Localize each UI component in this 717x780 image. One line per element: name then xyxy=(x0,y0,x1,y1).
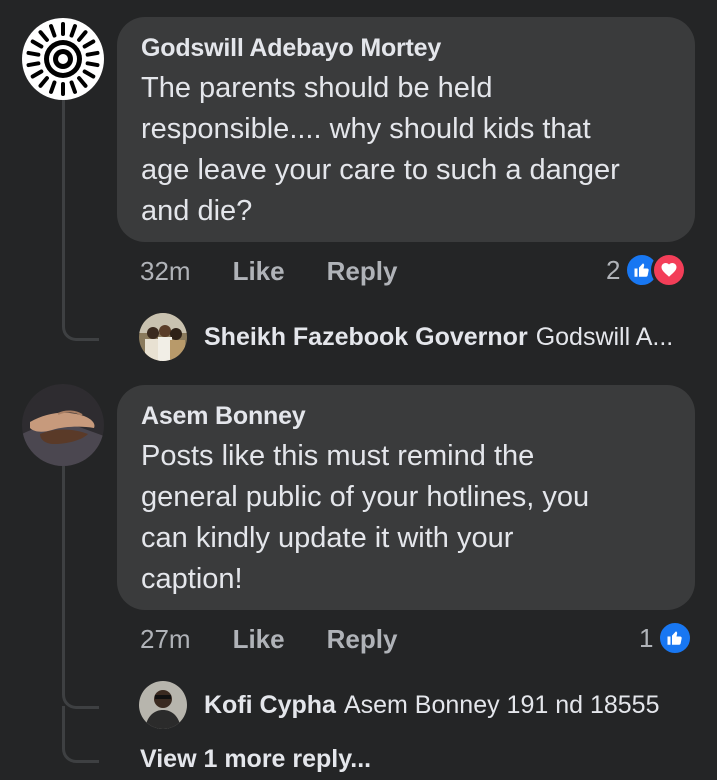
reply-author[interactable]: Sheikh Fazebook Governor xyxy=(204,323,528,352)
thread-line xyxy=(62,100,65,310)
reply-text: Godswill A... xyxy=(535,322,674,351)
like-button[interactable]: Like xyxy=(233,624,285,655)
person-photo-icon xyxy=(139,681,187,729)
comment-bubble[interactable]: Asem Bonney Posts like this must remind … xyxy=(117,385,695,610)
hands-photo-icon xyxy=(22,384,104,466)
reply-avatar[interactable] xyxy=(139,681,187,729)
thread-branch xyxy=(62,668,99,709)
reply-text: Asem Bonney 191 nd 18555 xyxy=(343,690,660,719)
like-icon xyxy=(657,620,694,656)
group-photo-icon xyxy=(139,313,187,361)
reply-avatar[interactable] xyxy=(139,313,187,361)
reaction-summary[interactable]: 1 xyxy=(639,619,694,657)
sun-emblem-icon xyxy=(23,19,103,99)
comment-author[interactable]: Asem Bonney xyxy=(141,401,671,431)
comment-timestamp[interactable]: 27m xyxy=(140,624,191,655)
comments-thread: Godswill Adebayo Mortey The parents shou… xyxy=(0,0,717,780)
avatar[interactable] xyxy=(22,18,104,100)
like-button[interactable]: Like xyxy=(233,256,285,287)
love-icon xyxy=(651,252,688,288)
thread-branch xyxy=(62,706,99,763)
reply-preview[interactable]: Sheikh Fazebook Governor Godswill A... xyxy=(204,320,673,354)
thread-line xyxy=(62,466,65,678)
comment-bubble[interactable]: Godswill Adebayo Mortey The parents shou… xyxy=(117,17,695,242)
reaction-count: 2 xyxy=(606,254,621,285)
reply-preview[interactable]: Kofi Cypha Asem Bonney 191 nd 18555 xyxy=(204,688,659,722)
reply-button[interactable]: Reply xyxy=(327,624,398,655)
thread-branch xyxy=(62,300,99,341)
reaction-summary[interactable]: 2 xyxy=(606,251,688,289)
comment-text: Posts like this must remind the general … xyxy=(141,440,590,595)
view-more-replies-link[interactable]: View 1 more reply... xyxy=(140,745,371,774)
comment-text: The parents should be held responsible..… xyxy=(141,72,620,227)
comment-actions: 27m Like Reply xyxy=(140,622,397,656)
avatar[interactable] xyxy=(22,384,104,466)
reply-author[interactable]: Kofi Cypha xyxy=(204,691,336,720)
comment-author[interactable]: Godswill Adebayo Mortey xyxy=(141,33,671,63)
reaction-count: 1 xyxy=(639,622,654,653)
reply-button[interactable]: Reply xyxy=(327,256,398,287)
comment-actions: 32m Like Reply xyxy=(140,254,397,288)
comment-timestamp[interactable]: 32m xyxy=(140,256,191,287)
